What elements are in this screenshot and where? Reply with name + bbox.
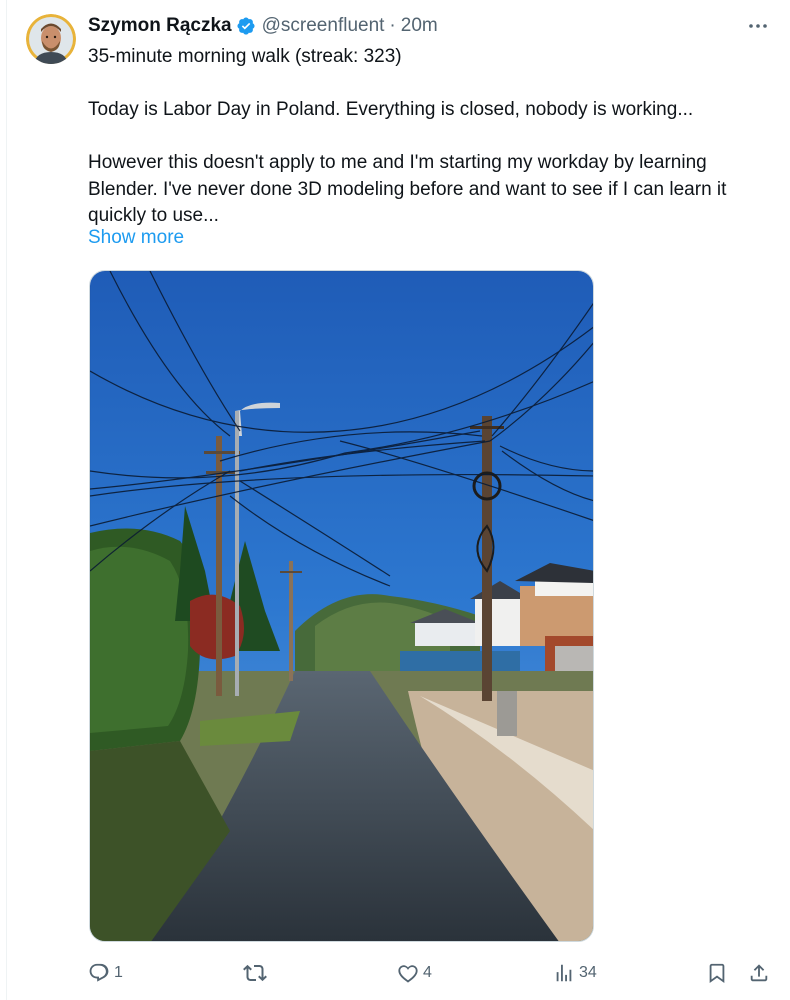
- avatar-photo: [26, 14, 76, 64]
- tweet-actions: 1 4 34: [88, 958, 778, 988]
- more-options-icon[interactable]: [746, 14, 770, 38]
- separator-dot: ·: [389, 15, 396, 36]
- share-icon: [750, 964, 768, 982]
- views-button[interactable]: 34: [553, 958, 597, 988]
- tweet-line: 35-minute morning walk (streak: 323): [88, 46, 402, 67]
- views-icon: [556, 964, 572, 982]
- reply-button[interactable]: 1: [88, 958, 123, 988]
- show-more-link[interactable]: Show more: [88, 227, 184, 249]
- user-handle[interactable]: @screenfluent: [262, 15, 385, 37]
- tweet-text: 35-minute morning walk (streak: 323) Tod…: [88, 44, 778, 230]
- tweet-line: Today is Labor Day in Poland. Everything…: [88, 99, 694, 120]
- verified-badge-icon[interactable]: [236, 16, 256, 36]
- tweet-line: However this doesn't apply to me and I'm…: [88, 152, 727, 226]
- avatar[interactable]: [26, 14, 76, 64]
- bookmark-icon: [709, 963, 725, 984]
- retweet-icon: [243, 964, 267, 982]
- photo-street-power-lines: [90, 271, 593, 941]
- timeline-border: [6, 0, 7, 1000]
- reply-icon: [89, 963, 109, 982]
- display-name[interactable]: Szymon Rączka: [88, 15, 232, 37]
- share-button[interactable]: [748, 958, 770, 988]
- retweet-button[interactable]: [243, 958, 271, 988]
- tweet-photo[interactable]: [89, 270, 594, 942]
- reply-count: 1: [114, 964, 123, 981]
- bookmark-button[interactable]: [706, 958, 728, 988]
- like-icon: [398, 965, 418, 983]
- like-count: 4: [423, 964, 432, 981]
- like-button[interactable]: 4: [397, 958, 432, 988]
- views-count: 34: [579, 964, 597, 981]
- timestamp[interactable]: 20m: [401, 15, 438, 37]
- tweet-header: Szymon Rączka @screenfluent · 20m: [88, 13, 438, 39]
